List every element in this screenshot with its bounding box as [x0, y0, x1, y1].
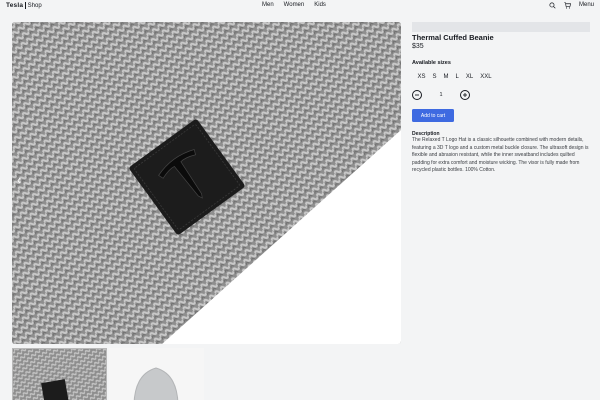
size-option-xl[interactable]: XL: [462, 73, 476, 81]
size-option-xs[interactable]: XS: [414, 73, 429, 81]
quantity-value[interactable]: 1: [422, 92, 460, 98]
beanie-full-thumbnail[interactable]: [109, 348, 204, 400]
cart-icon[interactable]: [564, 1, 572, 9]
increase-quantity-button[interactable]: [460, 90, 470, 100]
brand-divider: [25, 2, 26, 9]
main-product-image: [12, 22, 401, 344]
nav-kids[interactable]: Kids: [314, 2, 326, 8]
size-options: XS S M L XL XXL: [414, 73, 495, 81]
chevron-left-icon[interactable]: ‹: [14, 172, 24, 188]
tesla-logo[interactable]: Tesla: [6, 2, 23, 9]
minus-icon: [415, 94, 419, 96]
quantity-stepper: 1: [412, 90, 470, 100]
sizes-label: Available sizes: [412, 60, 451, 66]
size-option-l[interactable]: L: [452, 73, 462, 81]
size-option-s[interactable]: S: [429, 73, 440, 81]
shop-label[interactable]: Shop: [28, 3, 42, 9]
brand[interactable]: Tesla Shop: [6, 2, 42, 9]
product-price: $35: [412, 43, 424, 50]
category-nav: Men Women Kids: [262, 2, 326, 8]
size-option-xxl[interactable]: XXL: [477, 73, 495, 81]
search-icon[interactable]: [549, 1, 557, 9]
product-title: Thermal Cuffed Beanie: [412, 33, 494, 42]
nav-men[interactable]: Men: [262, 2, 274, 8]
product-description: The Relaxed T Logo Hat is a classic silh…: [412, 137, 589, 174]
top-placeholder-bar: [412, 22, 590, 32]
menu-button[interactable]: Menu: [579, 2, 594, 8]
top-header: Tesla Shop Men Women Kids Menu: [0, 0, 600, 12]
nav-women[interactable]: Women: [284, 2, 305, 8]
header-actions: Menu: [549, 1, 594, 9]
beanie-closeup-thumbnail[interactable]: [12, 348, 107, 400]
decrease-quantity-button[interactable]: [412, 90, 422, 100]
size-option-m[interactable]: M: [440, 73, 452, 81]
chevron-right-icon[interactable]: ›: [387, 172, 397, 188]
add-to-cart-button[interactable]: Add to cart: [412, 109, 454, 122]
plus-icon: [463, 93, 467, 97]
